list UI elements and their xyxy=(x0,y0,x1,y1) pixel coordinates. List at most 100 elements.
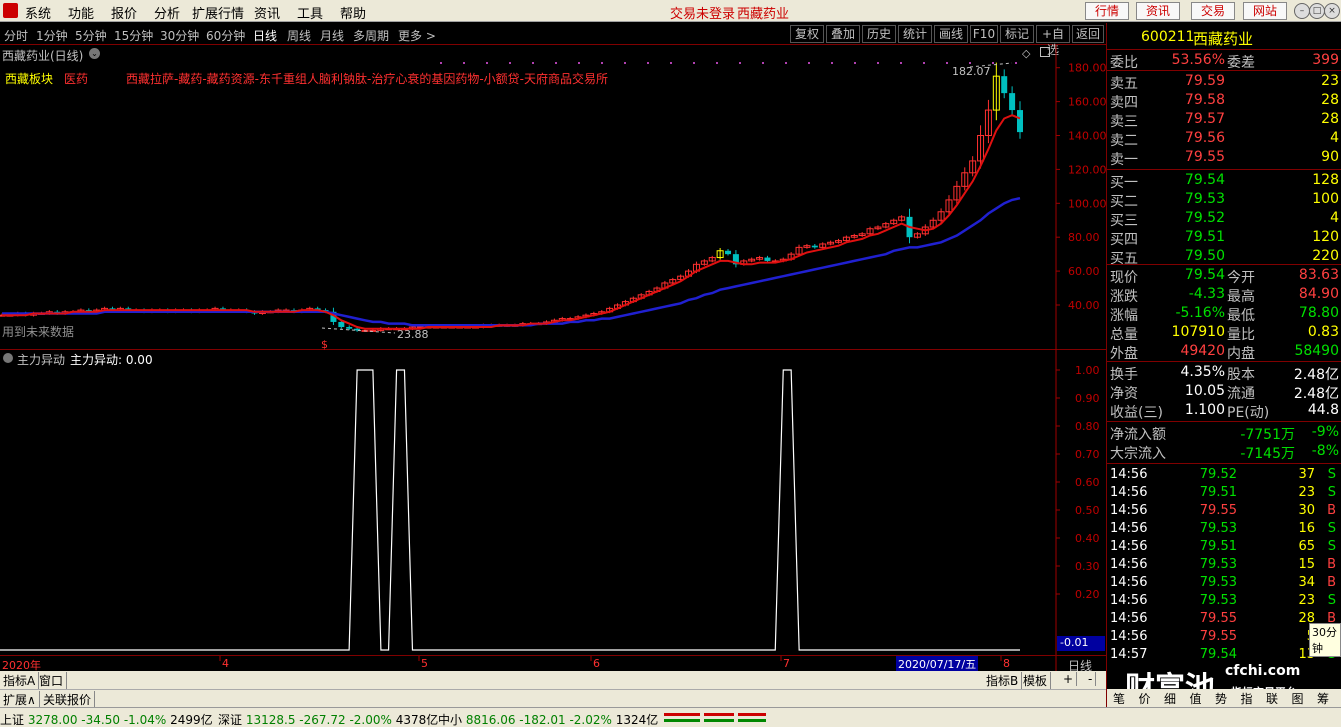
signal-dot xyxy=(555,62,557,64)
date-axis: 2020年 4 5 6 7 8 2020/07/17/五 日线 xyxy=(0,655,1106,673)
quote-tabs: 笔价细值势指联图筹 xyxy=(1107,689,1341,707)
back-button[interactable]: 返回 xyxy=(1072,25,1104,43)
signal-dot xyxy=(762,62,764,64)
mark-button[interactable]: 标记 xyxy=(1000,25,1034,43)
minimize-icon[interactable]: – xyxy=(1294,3,1310,19)
ask-volume: 90 xyxy=(1321,149,1339,165)
index-pct: -2.02% xyxy=(569,713,612,727)
adjust-button[interactable]: 复权 xyxy=(790,25,824,43)
quote-tab[interactable]: 笔 xyxy=(1113,690,1125,707)
tick-price: 79.55 xyxy=(1199,503,1237,518)
bid-price: 79.53 xyxy=(1184,191,1225,207)
menu-help[interactable]: 帮助 xyxy=(340,3,366,22)
tab-indicator-b[interactable]: 指标B xyxy=(983,672,1023,689)
menu-function[interactable]: 功能 xyxy=(68,3,94,22)
signal-dot xyxy=(785,62,787,64)
fund-label: 净资 xyxy=(1110,386,1138,402)
statistics-button[interactable]: 统计 xyxy=(898,25,932,43)
menu-bar: 系统 功能 报价 分析 扩展行情 资讯 工具 帮助 交易未登录 西藏药业 行情 … xyxy=(0,0,1341,22)
tick-price: 79.53 xyxy=(1199,575,1237,590)
nav-trade-button[interactable]: 交易 xyxy=(1191,2,1235,20)
tick-side: B xyxy=(1327,503,1336,518)
ask-level-label: 卖三 xyxy=(1110,114,1138,130)
kline-plot[interactable]: 40.00 60.00 80.00 100.00 120.00 140.00 160.00 1… xyxy=(0,45,1106,350)
quote-tab[interactable]: 指 xyxy=(1241,690,1253,707)
high-marker-line xyxy=(969,62,1013,68)
indicator-pane[interactable]: 主力异动 主力异动: 0.00 0.20 0.30 0.40 0.50 0.60 0.70… xyxy=(0,350,1106,655)
ask-level-label: 卖五 xyxy=(1110,76,1138,92)
quote-tab[interactable]: 价 xyxy=(1139,690,1151,707)
menu-news[interactable]: 资讯 xyxy=(254,3,280,22)
tick-volume: 30 xyxy=(1298,503,1315,518)
period-weekly[interactable]: 周线 xyxy=(287,27,311,44)
fund-value: 44.8 xyxy=(1307,402,1339,418)
indicator-tick-label: 0.60 xyxy=(1075,476,1100,489)
period-5min[interactable]: 5分钟 xyxy=(75,27,107,44)
index-value: 8816.06 xyxy=(465,713,516,727)
history-button[interactable]: 历史 xyxy=(862,25,896,43)
tick-row: 14:5779.5413S xyxy=(1107,646,1341,664)
period-15min[interactable]: 15分钟 xyxy=(114,27,153,44)
stat-row: 总量 107910 量比 0.83 xyxy=(1107,323,1341,343)
menu-analysis[interactable]: 分析 xyxy=(154,3,180,22)
draw-line-button[interactable]: 画线 xyxy=(934,25,968,43)
signal-dot xyxy=(670,62,672,64)
close-icon[interactable]: × xyxy=(1324,3,1340,19)
index-sme[interactable]: 中小 8816.06 -182.01 -2.02% 1324亿 xyxy=(438,711,658,727)
indicator-tabs: 指标A 窗口 指标B 模板 + - xyxy=(0,671,1106,689)
tick-volume: 16 xyxy=(1298,521,1315,536)
menu-tools[interactable]: 工具 xyxy=(297,3,323,22)
tick-row: 14:56 79.55 28 B xyxy=(1107,610,1341,628)
menu-quote[interactable]: 报价 xyxy=(111,3,137,22)
tab-related-quotes[interactable]: 关联报价 xyxy=(40,691,96,708)
zoom-out-button[interactable]: - xyxy=(1085,672,1097,686)
add-watchlist-button[interactable]: +自选 xyxy=(1036,25,1070,57)
quote-tab[interactable]: 值 xyxy=(1190,690,1202,707)
price-tick-label: 180.00 xyxy=(1068,62,1106,75)
menu-system[interactable]: 系统 xyxy=(25,3,51,22)
period-more[interactable]: 更多 > xyxy=(398,27,436,44)
price-tick-label: 120.00 xyxy=(1068,163,1106,176)
stat-label: 总量 xyxy=(1110,327,1138,343)
quote-tab[interactable]: 势 xyxy=(1215,690,1227,707)
index-shanghai[interactable]: 上证 3278.00 -34.50 -1.04% 2499亿 xyxy=(0,711,213,727)
nav-website-button[interactable]: 网站 xyxy=(1243,2,1287,20)
kline-chart[interactable]: 西藏药业(日线) ⌄ 西藏板块 医药 西藏拉萨-藏药-藏药资源-东千重组人脑利钠… xyxy=(0,45,1106,351)
tab-template[interactable]: 模板 xyxy=(1020,672,1052,689)
weibi-value: 53.56% xyxy=(1171,52,1225,68)
stock-name: 西藏药业 xyxy=(1193,30,1254,48)
zoom-in-button[interactable]: + xyxy=(1060,672,1078,686)
quote-tab[interactable]: 图 xyxy=(1292,690,1304,707)
period-30min[interactable]: 30分钟 xyxy=(160,27,199,44)
ma-short-line xyxy=(2,114,1021,330)
period-1min[interactable]: 1分钟 xyxy=(36,27,68,44)
index-change: -182.01 xyxy=(519,713,566,727)
index-shenzhen[interactable]: 深证 13128.5 -267.72 -2.00% 4378亿 xyxy=(218,711,438,727)
quote-tab[interactable]: 细 xyxy=(1164,690,1176,707)
tab-extend[interactable]: 扩展∧ xyxy=(0,691,40,708)
menu-extended-market[interactable]: 扩展行情 xyxy=(192,3,244,22)
period-monthly[interactable]: 月线 xyxy=(320,27,344,44)
price-tick-label: 140.00 xyxy=(1068,130,1106,143)
flow-value: -7145万 xyxy=(1240,446,1295,462)
period-daily[interactable]: 日线 xyxy=(253,27,277,44)
ask-price: 79.59 xyxy=(1184,73,1225,89)
tick-side: S xyxy=(1327,593,1336,608)
candle-body xyxy=(1009,93,1016,111)
period-60min[interactable]: 60分钟 xyxy=(206,27,245,44)
stat-label: 涨跌 xyxy=(1110,289,1138,305)
signal-dot xyxy=(831,62,833,64)
maximize-icon[interactable]: □ xyxy=(1309,3,1325,19)
nav-quote-button[interactable]: 行情 xyxy=(1085,2,1129,20)
f10-button[interactable]: F10 xyxy=(970,25,998,43)
period-timeshare[interactable]: 分时 xyxy=(4,27,28,44)
tab-window[interactable]: 窗口 xyxy=(36,672,68,689)
nav-news-button[interactable]: 资讯 xyxy=(1136,2,1180,20)
period-multi[interactable]: 多周期 xyxy=(353,27,389,44)
overlay-button[interactable]: 叠加 xyxy=(826,25,860,43)
indicator-plot[interactable]: 0.20 0.30 0.40 0.50 0.60 0.70 0.80 0.90 1.00 xyxy=(0,350,1106,655)
quote-tab[interactable]: 筹 xyxy=(1317,690,1329,707)
tick-price: 79.55 xyxy=(1199,629,1237,644)
quote-tab[interactable]: 联 xyxy=(1266,690,1278,707)
tab-indicator-a[interactable]: 指标A xyxy=(0,672,40,689)
